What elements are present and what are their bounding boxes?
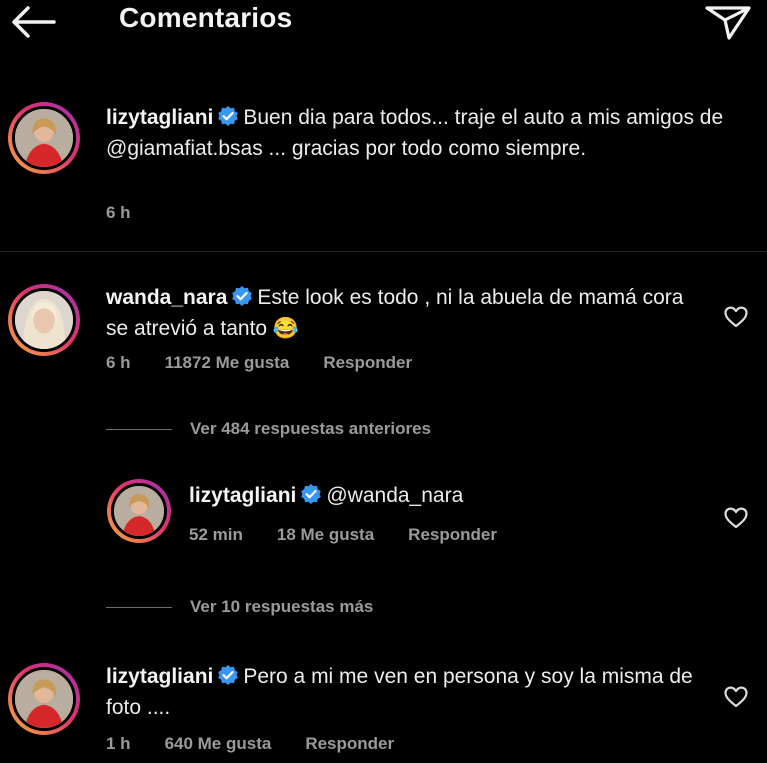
comment-likes[interactable]: 11872 Me gusta (165, 353, 290, 372)
thread-line (106, 429, 172, 431)
back-button[interactable] (8, 2, 58, 42)
comment-username[interactable]: lizytagliani (106, 665, 213, 688)
verified-badge-icon (301, 484, 322, 504)
profile-photo (15, 670, 73, 728)
reply-time: 52 min (189, 525, 243, 544)
comment-time: 6 h (106, 353, 131, 372)
reply-button[interactable]: Responder (408, 525, 497, 544)
avatar-lizytagliani[interactable] (8, 102, 80, 174)
reply-text-block: lizytagliani @wanda_nara (189, 480, 689, 511)
view-more-replies-label: Ver 10 respuestas más (190, 597, 374, 616)
avatar-image (12, 106, 76, 170)
paper-plane-icon (705, 6, 751, 40)
comment-meta: 1 h 640 Me gusta Responder (106, 734, 428, 754)
caption-username[interactable]: lizytagliani (106, 106, 213, 129)
caption-text-block: lizytagliani Buen dia para todos... traje… (106, 102, 746, 164)
avatar-image (12, 667, 76, 731)
reply-likes[interactable]: 18 Me gusta (277, 525, 374, 544)
verified-badge-icon (218, 665, 239, 685)
avatar-image (111, 483, 167, 539)
thread-line (106, 607, 172, 609)
reply-button[interactable]: Responder (323, 353, 412, 372)
view-previous-replies[interactable]: Ver 484 respuestas anteriores (106, 419, 431, 439)
comment-text-block: lizytagliani Pero a mi me ven en persona … (106, 661, 706, 723)
avatar-lizytagliani-reply[interactable] (107, 479, 171, 543)
caption-meta: 6 h (106, 203, 165, 223)
avatar-lizytagliani[interactable] (8, 663, 80, 735)
comment-text-block: wanda_nara Este look es todo , ni la abue… (106, 282, 706, 344)
share-button[interactable] (703, 0, 753, 42)
profile-photo (15, 109, 73, 167)
reply-meta: 52 min 18 Me gusta Responder (189, 525, 531, 545)
avatar-wanda-nara[interactable] (8, 284, 80, 356)
avatar-image (12, 288, 76, 352)
verified-badge-icon (218, 106, 239, 126)
comment-meta: 6 h 11872 Me gusta Responder (106, 353, 446, 373)
reply-button[interactable]: Responder (305, 734, 394, 753)
view-more-replies[interactable]: Ver 10 respuestas más (106, 597, 373, 617)
reply-username[interactable]: lizytagliani (189, 484, 296, 507)
heart-icon[interactable] (723, 304, 749, 330)
comment-likes[interactable]: 640 Me gusta (165, 734, 272, 753)
profile-photo (15, 291, 73, 349)
heart-icon[interactable] (723, 684, 749, 710)
comment-username[interactable]: wanda_nara (106, 286, 227, 309)
profile-photo (114, 486, 164, 536)
page-title: Comentarios (119, 2, 293, 33)
arrow-left-icon (12, 6, 56, 38)
header-bar: Comentarios (0, 0, 767, 44)
caption-time: 6 h (106, 203, 131, 222)
heart-icon[interactable] (723, 505, 749, 531)
reply-text: @wanda_nara (326, 484, 464, 507)
caption-divider (0, 251, 767, 252)
comment-time: 1 h (106, 734, 131, 753)
view-previous-replies-label: Ver 484 respuestas anteriores (190, 419, 431, 438)
verified-badge-icon (232, 286, 253, 306)
